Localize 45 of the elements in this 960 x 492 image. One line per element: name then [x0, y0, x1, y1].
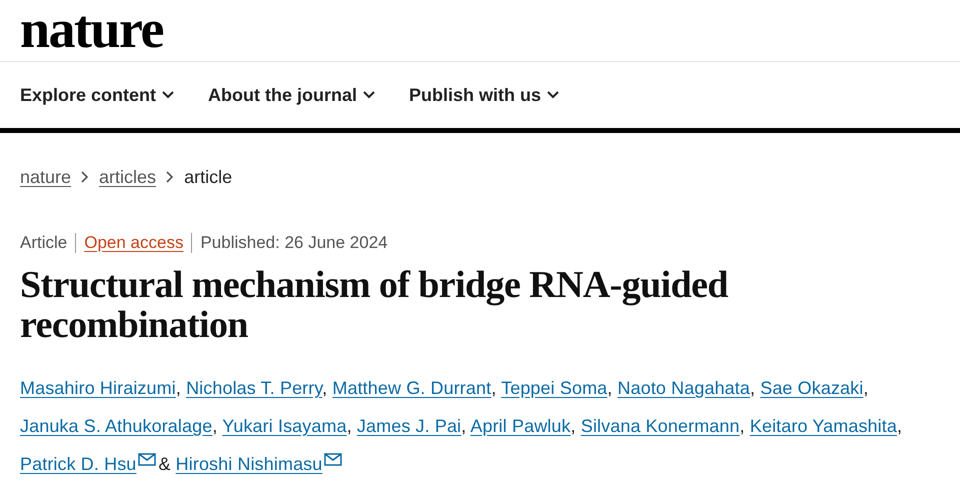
- open-access-link[interactable]: Open access: [75, 233, 192, 253]
- author-link[interactable]: Masahiro Hiraizumi: [20, 378, 176, 398]
- author-link[interactable]: Matthew G. Durrant: [332, 378, 492, 398]
- breadcrumb-current: article: [184, 166, 232, 188]
- author-link[interactable]: Nicholas T. Perry: [186, 378, 322, 398]
- author-link[interactable]: Sae Okazaki: [760, 378, 864, 398]
- separator: ,: [461, 416, 466, 436]
- article-meta: Published: 26 June 2024: [191, 233, 396, 253]
- separator: ,: [570, 416, 576, 436]
- separator: ,: [896, 416, 902, 436]
- separator: &: [158, 454, 171, 474]
- author-link[interactable]: April Pawluk: [470, 416, 571, 436]
- separator: ,: [212, 416, 218, 436]
- breadcrumb-link[interactable]: articles: [99, 166, 156, 188]
- author-link[interactable]: Teppei Soma: [501, 378, 608, 398]
- article-meta: Article: [20, 233, 68, 253]
- chevron-down-icon: [162, 91, 174, 99]
- author-link[interactable]: Januka S. Athukoralage: [20, 416, 212, 436]
- separator: ,: [740, 416, 745, 436]
- separator: ,: [750, 378, 756, 398]
- chevron-down-icon: [547, 91, 560, 99]
- separator: ,: [491, 378, 496, 398]
- author-link[interactable]: Keitaro Yamashita: [750, 416, 897, 436]
- separator: ,: [346, 416, 352, 436]
- author-link[interactable]: Yukari Isayama: [222, 416, 347, 436]
- breadcrumb-link[interactable]: nature: [20, 166, 72, 188]
- mail-icon[interactable]: [324, 453, 342, 466]
- author-link[interactable]: Silvana Konermann: [580, 416, 740, 436]
- separator: ,: [863, 378, 868, 398]
- separator: ,: [607, 378, 612, 398]
- chevron-right-icon: [166, 171, 174, 183]
- author-link[interactable]: James J. Pai: [356, 416, 462, 436]
- author-link[interactable]: Patrick D. Hsu: [20, 454, 136, 474]
- chevron-down-icon: [363, 91, 376, 99]
- separator: ,: [322, 378, 328, 398]
- author-link[interactable]: Naoto Nagahata: [618, 378, 750, 398]
- logo[interactable]: nature: [20, 2, 164, 56]
- nav-menu-button[interactable]: Publish with us: [409, 84, 560, 106]
- article-title: Structural mechanism of bridge RNA-guided recombination: [19, 265, 730, 345]
- nav-menu-button[interactable]: Explore content: [20, 84, 174, 106]
- mail-icon[interactable]: [138, 453, 156, 466]
- author-link[interactable]: Hiroshi Nishimasu: [176, 454, 322, 474]
- separator: ,: [176, 378, 181, 398]
- chevron-right-icon: [81, 171, 90, 183]
- nav-menu-button[interactable]: About the journal: [208, 84, 376, 106]
